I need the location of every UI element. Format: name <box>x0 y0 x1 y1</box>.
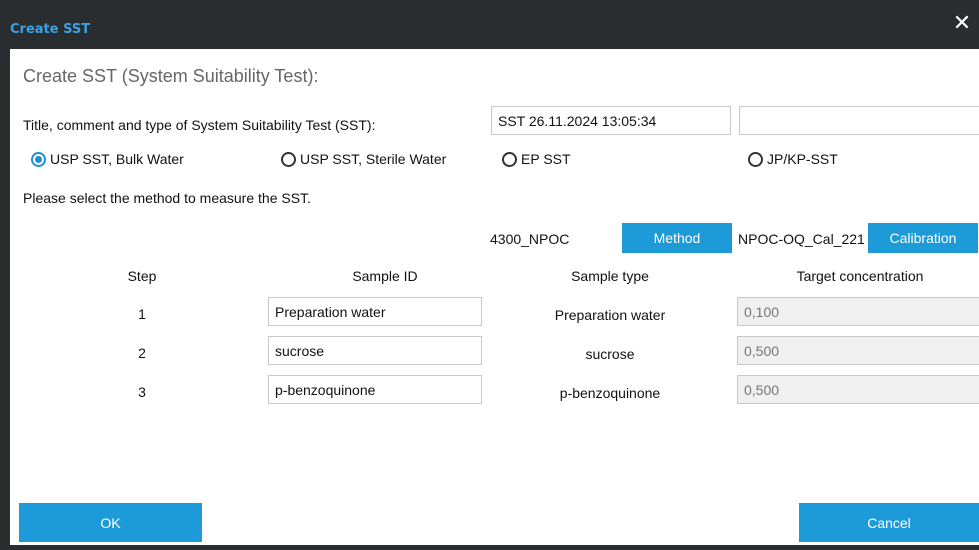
window-frame-bottom <box>0 545 979 550</box>
sample-id-input[interactable] <box>268 375 482 404</box>
radio-unselected-icon <box>502 151 517 167</box>
row-sample-type: Preparation water <box>554 307 666 323</box>
window-title: Create SST <box>10 22 91 37</box>
title-bar: Create SST ✕ <box>0 0 979 49</box>
radio-usp-bulk-water[interactable]: USP SST, Bulk Water <box>31 151 184 167</box>
radio-unselected-icon <box>281 151 296 167</box>
radio-selected-icon <box>31 151 46 167</box>
row-step: 3 <box>138 384 146 400</box>
radio-label: USP SST, Bulk Water <box>50 151 184 167</box>
row-step: 2 <box>138 345 146 361</box>
method-name: 4300_NPOC <box>490 231 570 247</box>
sst-title-input[interactable] <box>491 106 731 135</box>
col-header-target-concentration: Target concentration <box>796 268 924 284</box>
sample-id-input[interactable] <box>268 336 482 365</box>
ok-button[interactable]: OK <box>19 503 202 542</box>
col-header-sample-type: Sample type <box>571 268 649 284</box>
row-step: 1 <box>138 306 146 322</box>
method-button[interactable]: Method <box>622 223 732 253</box>
title-row-label: Title, comment and type of System Suitab… <box>23 117 376 133</box>
cancel-button[interactable]: Cancel <box>799 503 979 542</box>
target-concentration-input <box>737 297 979 326</box>
sample-id-input[interactable] <box>268 297 482 326</box>
row-sample-type: sucrose <box>585 346 635 362</box>
window-frame-left <box>0 49 10 550</box>
row-sample-type: p-benzoquinone <box>559 385 661 401</box>
radio-unselected-icon <box>748 151 763 167</box>
radio-label: EP SST <box>521 151 571 167</box>
close-icon[interactable]: ✕ <box>951 12 973 34</box>
radio-label: JP/KP-SST <box>767 151 838 167</box>
page-title: Create SST (System Suitability Test): <box>23 66 319 86</box>
radio-jp-kp-sst[interactable]: JP/KP-SST <box>748 151 838 167</box>
target-concentration-input <box>737 336 979 365</box>
radio-ep-sst[interactable]: EP SST <box>502 151 571 167</box>
col-header-sample-id: Sample ID <box>352 268 418 284</box>
radio-label: USP SST, Sterile Water <box>300 151 447 167</box>
col-header-step: Step <box>127 268 157 284</box>
calibration-button[interactable]: Calibration <box>868 223 978 253</box>
method-prompt: Please select the method to measure the … <box>23 190 311 206</box>
calibration-name: NPOC-OQ_Cal_221 <box>738 231 865 247</box>
radio-usp-sterile-water[interactable]: USP SST, Sterile Water <box>281 151 446 167</box>
sst-comment-input[interactable] <box>739 106 979 135</box>
target-concentration-input <box>737 375 979 404</box>
